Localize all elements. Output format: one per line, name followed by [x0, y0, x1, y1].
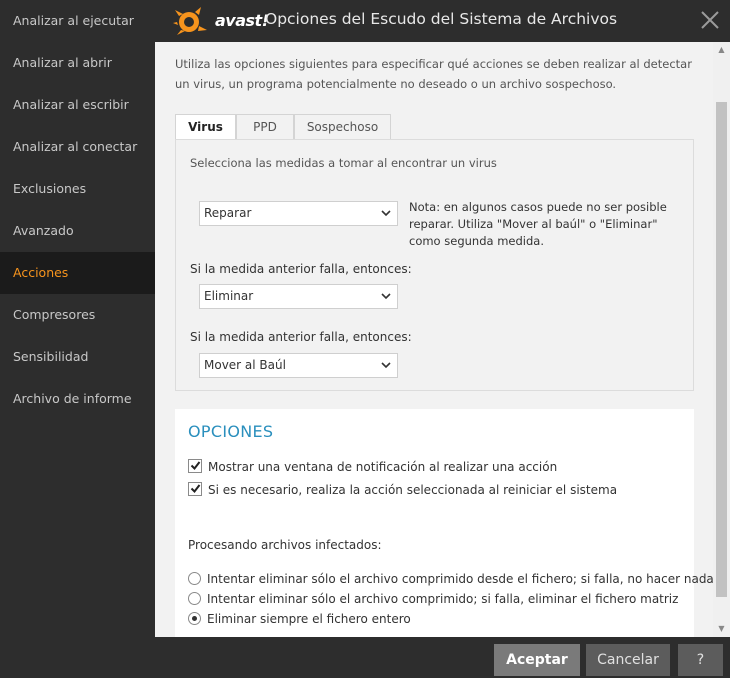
action3-value: Mover al Baúl — [204, 358, 286, 372]
action1-value: Reparar — [204, 206, 252, 220]
intro-text: Utiliza las opciones siguientes para esp… — [175, 57, 692, 91]
options-title: OPCIONES — [188, 422, 274, 441]
window-title: Opciones del Escudo del Sistema de Archi… — [265, 10, 618, 28]
checkbox-checked-icon — [188, 482, 202, 496]
chevron-down-icon — [381, 293, 391, 300]
action1-select[interactable]: Reparar — [199, 201, 398, 226]
content-area: Utiliza las opciones siguientes para esp… — [155, 42, 713, 637]
sidebar-item-analizar-al-escribir[interactable]: Analizar al escribir — [0, 84, 155, 126]
sidebar-item-archivo-de-informe[interactable]: Archivo de informe — [0, 378, 155, 420]
help-button[interactable]: ? — [678, 644, 723, 676]
radio-unselected-icon — [188, 592, 201, 605]
sidebar-item-avanzado[interactable]: Avanzado — [0, 210, 155, 252]
notify-checkbox[interactable]: Mostrar una ventana de notificación al r… — [188, 459, 557, 477]
repair-note: Nota: en algunos casos puede no ser posi… — [409, 200, 667, 248]
footer: Aceptar Cancelar ? — [155, 637, 730, 678]
fallback-label-1: Si la medida anterior falla, entonces: — [190, 262, 412, 276]
accept-button[interactable]: Aceptar — [494, 644, 580, 676]
radio-delete-archive-or-parent[interactable]: Intentar eliminar sólo el archivo compri… — [188, 591, 678, 609]
radio-unselected-icon — [188, 572, 201, 585]
radio-delete-archive-only-label: Intentar eliminar sólo el archivo compri… — [207, 572, 713, 586]
sidebar-item-analizar-al-ejecutar[interactable]: Analizar al ejecutar — [0, 0, 155, 42]
reboot-action-checkbox-label: Si es necesario, realiza la acción selec… — [208, 483, 618, 497]
scroll-thumb[interactable] — [716, 102, 727, 597]
sidebar-item-analizar-al-conectar[interactable]: Analizar al conectar — [0, 126, 155, 168]
radio-delete-archive-only[interactable]: Intentar eliminar sólo el archivo compri… — [188, 571, 713, 589]
checkbox-checked-icon — [188, 459, 202, 473]
radio-selected-icon — [188, 612, 201, 625]
brand-name: avast! — [215, 11, 269, 30]
sidebar-item-sensibilidad[interactable]: Sensibilidad — [0, 336, 155, 378]
panel-heading: Selecciona las medidas a tomar al encont… — [190, 156, 497, 170]
tab-ppd[interactable]: PPD — [236, 114, 294, 140]
scroll-down-arrow-icon[interactable]: ▼ — [713, 621, 730, 637]
close-button[interactable] — [698, 8, 722, 32]
reboot-action-checkbox[interactable]: Si es necesario, realiza la acción selec… — [188, 482, 617, 500]
cancel-button[interactable]: Cancelar — [586, 644, 670, 676]
sidebar-item-analizar-al-abrir[interactable]: Analizar al abrir — [0, 42, 155, 84]
tab-sospechoso[interactable]: Sospechoso — [294, 114, 391, 140]
tab-virus[interactable]: Virus — [175, 114, 236, 141]
sidebar-item-compresores[interactable]: Compresores — [0, 294, 155, 336]
sidebar: Analizar al ejecutar Analizar al abrir A… — [0, 0, 155, 678]
options-section: OPCIONES Mostrar una ventana de notifica… — [175, 409, 713, 637]
chevron-down-icon — [381, 362, 391, 369]
radio-delete-whole-file-label: Eliminar siempre el fichero entero — [207, 612, 411, 626]
titlebar: avast! Opciones del Escudo del Sistema d… — [155, 0, 730, 42]
action2-value: Eliminar — [204, 289, 254, 303]
close-icon — [701, 11, 719, 29]
chevron-down-icon — [381, 210, 391, 217]
notify-checkbox-label: Mostrar una ventana de notificación al r… — [208, 460, 558, 474]
action2-select[interactable]: Eliminar — [199, 284, 398, 309]
sidebar-item-acciones[interactable]: Acciones — [0, 252, 155, 294]
sidebar-item-exclusiones[interactable]: Exclusiones — [0, 168, 155, 210]
avast-logo-icon — [173, 7, 207, 35]
tab-panel-virus: Selecciona las medidas a tomar al encont… — [175, 139, 694, 391]
processing-label: Procesando archivos infectados: — [188, 538, 382, 552]
vertical-scrollbar[interactable]: ▲ ▼ — [713, 42, 730, 637]
radio-delete-archive-or-parent-label: Intentar eliminar sólo el archivo compri… — [207, 592, 679, 606]
fallback-label-2: Si la medida anterior falla, entonces: — [190, 330, 412, 344]
scroll-up-arrow-icon[interactable]: ▲ — [713, 42, 730, 58]
radio-delete-whole-file[interactable]: Eliminar siempre el fichero entero — [188, 611, 411, 629]
action3-select[interactable]: Mover al Baúl — [199, 353, 398, 378]
avast-logo: avast! — [173, 6, 269, 36]
